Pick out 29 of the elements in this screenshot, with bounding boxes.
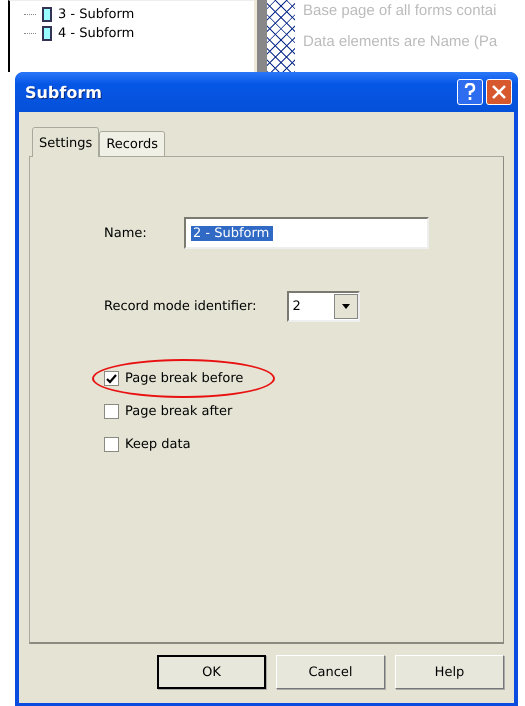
description-text: Base page of all forms contai (303, 2, 498, 19)
name-field[interactable]: 2 - Subform (184, 217, 429, 249)
record-mode-dropdown[interactable]: 2 (286, 291, 360, 322)
field-label: Record mode identifier: (104, 299, 257, 314)
checkbox-label[interactable]: Keep data (125, 437, 191, 452)
field-label: Name: (104, 226, 148, 240)
description-text: Data elements are Name (Pa (303, 33, 498, 50)
dialog-button[interactable]: Help (395, 655, 504, 689)
checkbox[interactable] (104, 371, 119, 386)
help-button[interactable] (457, 79, 483, 105)
close-button[interactable] (486, 79, 512, 105)
subform-icon (42, 26, 52, 41)
checkbox[interactable] (104, 437, 119, 452)
dialog-button[interactable]: Cancel (276, 655, 385, 689)
window-title: Subform (25, 82, 103, 102)
splitter[interactable] (254, 0, 267, 72)
close-icon (492, 85, 506, 99)
tab[interactable]: Settings (32, 127, 100, 157)
tab[interactable]: Records (99, 131, 166, 156)
subform-icon (42, 7, 52, 22)
checkbox-label[interactable]: Page break after (125, 404, 232, 419)
question-icon (464, 83, 476, 101)
tree-item[interactable]: 4 - Subform (58, 26, 134, 41)
checkbox-label[interactable]: Page break before (125, 371, 244, 386)
dropdown-arrow-icon (340, 304, 351, 310)
checkbox[interactable] (104, 404, 119, 419)
dialog-button[interactable]: OK (157, 655, 266, 689)
tree-item[interactable]: 3 - Subform (58, 7, 134, 22)
hatched-column (267, 0, 295, 72)
